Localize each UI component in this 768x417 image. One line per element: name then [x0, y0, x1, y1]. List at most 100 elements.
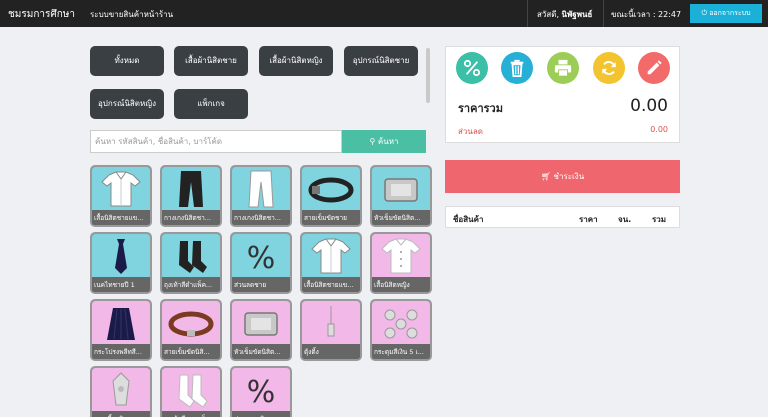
- percent-icon: %: [247, 375, 276, 409]
- product-label: ส่วนลดหญิง: [232, 411, 290, 417]
- pay-button[interactable]: 🛒︎ ชำระเงิน: [445, 160, 680, 193]
- search-button[interactable]: ⚲ ค้นหา: [342, 130, 426, 153]
- category-scrollbar[interactable]: [426, 48, 430, 103]
- belt-black-icon: [308, 177, 354, 202]
- buckle-silver-icon: [244, 311, 278, 336]
- clear-cart-button[interactable]: [501, 52, 533, 84]
- category-female-clothes-button[interactable]: เสื้อผ้านิสิตหญิง: [259, 46, 333, 76]
- socks-white-icon: [178, 374, 208, 408]
- divider: [527, 0, 528, 27]
- pendant-icon: [327, 305, 335, 336]
- product-tile[interactable]: พระเกี้ยวติดอก: [90, 366, 152, 417]
- emblem-silver-icon: [112, 371, 130, 405]
- product-label: เสื้อนิสิตชายแข...: [92, 210, 150, 225]
- socks-black-icon: [179, 240, 207, 273]
- product-label: หัวเข็มขัดนิสิต...: [372, 210, 430, 225]
- power-icon: ⏻: [701, 9, 707, 17]
- refresh-button[interactable]: [593, 52, 625, 84]
- product-label: สายเข็มขัดชาย: [302, 210, 360, 225]
- refresh-icon: [602, 61, 616, 75]
- product-tile[interactable]: กระโปรงพลีทสี...: [90, 299, 152, 361]
- product-label: เนคไทชายปี 1: [92, 277, 150, 292]
- product-tile[interactable]: เนคไทชายปี 1: [90, 232, 152, 294]
- app-subtitle: ระบบขายสินค้าหน้าร้าน: [90, 10, 174, 19]
- shirt-white-icon: [101, 171, 141, 206]
- product-image: [92, 167, 150, 210]
- product-image: [92, 301, 150, 344]
- product-tile[interactable]: หัวเข็มขัดนิสิต...: [230, 299, 292, 361]
- product-tile[interactable]: หัวเข็มขัดนิสิต...: [370, 165, 432, 227]
- product-label: เสื้อนิสิตชายแข...: [302, 277, 360, 292]
- discount-value: 0.00: [650, 125, 668, 134]
- printer-icon: [554, 59, 572, 77]
- pants-white-icon: [248, 170, 274, 207]
- belt-brown-icon: [168, 311, 214, 336]
- product-image: [372, 301, 430, 344]
- trash-icon: [510, 59, 524, 77]
- percent-icon: [463, 59, 481, 77]
- column-price: ราคา: [579, 215, 598, 224]
- top-navbar: ชมรมการศึกษา ระบบขายสินค้าหน้าร้าน สวัสด…: [0, 0, 768, 27]
- product-label: ถุงเท้าสีดำแพ็ค...: [162, 277, 220, 292]
- logout-label: ออกจากระบบ: [709, 9, 751, 17]
- product-label: ตุ้งติ้ง: [302, 344, 360, 359]
- product-image: %: [232, 368, 290, 411]
- percent-icon: %: [247, 241, 276, 275]
- product-tile[interactable]: % ส่วนลดหญิง: [230, 366, 292, 417]
- product-tile[interactable]: % ส่วนลดชาย: [230, 232, 292, 294]
- edit-button[interactable]: [638, 52, 670, 84]
- product-tile[interactable]: เสื้อนิสิตหญิง: [370, 232, 432, 294]
- column-product-name: ชื่อสินค้า: [453, 215, 484, 224]
- product-image: [372, 167, 430, 210]
- category-all-button[interactable]: ทั้งหมด: [90, 46, 164, 76]
- product-label: กระโปรงพลีทสี...: [92, 344, 150, 359]
- product-label: ส่วนลดชาย: [232, 277, 290, 292]
- product-label: พระเกี้ยวติดอก: [92, 411, 150, 417]
- product-image: [162, 167, 220, 210]
- category-male-clothes-button[interactable]: เสื้อผ้านิสิตชาย: [174, 46, 248, 76]
- product-label: เสื้อนิสิตหญิง: [372, 277, 430, 292]
- pay-button-label: ชำระเงิน: [553, 172, 585, 181]
- print-button[interactable]: [547, 52, 579, 84]
- pencil-icon: [647, 60, 662, 75]
- product-image: [92, 368, 150, 411]
- category-package-button[interactable]: แพ็กเกจ: [174, 89, 248, 119]
- product-tile[interactable]: กางเกงนิสิตชา...: [160, 165, 222, 227]
- category-female-equipment-button[interactable]: อุปกรณ์นิสิตหญิง: [90, 89, 164, 119]
- product-label: สายเข็มขัดนิสิ...: [162, 344, 220, 359]
- svg-text:%: %: [247, 241, 276, 275]
- product-tile[interactable]: สายเข็มขัดนิสิ...: [160, 299, 222, 361]
- search-input[interactable]: [90, 130, 342, 153]
- product-image: [162, 234, 220, 277]
- product-tile[interactable]: สายเข็มขัดชาย: [300, 165, 362, 227]
- column-quantity: จน.: [618, 215, 632, 224]
- product-image: [162, 301, 220, 344]
- product-tile[interactable]: ถุงเท้าสีขาวแพ็...: [160, 366, 222, 417]
- product-tile[interactable]: ตุ้งติ้ง: [300, 299, 362, 361]
- product-image: %: [232, 234, 290, 277]
- product-tile[interactable]: เสื้อนิสิตชายแข...: [90, 165, 152, 227]
- discount-button[interactable]: [456, 52, 488, 84]
- search-button-label: ค้นหา: [377, 137, 399, 146]
- product-label: หัวเข็มขัดนิสิต...: [232, 344, 290, 359]
- total-value: 0.00: [630, 96, 668, 116]
- product-image: [302, 301, 360, 344]
- product-tile[interactable]: เสื้อนิสิตชายแข...: [300, 232, 362, 294]
- brand[interactable]: ชมรมการศึกษา: [8, 7, 75, 22]
- product-tile[interactable]: กางเกงนิสิตชา...: [230, 165, 292, 227]
- product-label: กางเกงนิสิตชา...: [162, 210, 220, 225]
- product-image: [302, 167, 360, 210]
- logout-button[interactable]: ⏻ ออกจากระบบ: [690, 4, 762, 23]
- product-image: [92, 234, 150, 277]
- cart-table-header: ชื่อสินค้า ราคา จน. รวม: [445, 206, 680, 228]
- product-tile[interactable]: กระดุมสีเงิน 5 เ...: [370, 299, 432, 361]
- product-image: [162, 368, 220, 411]
- category-male-equipment-button[interactable]: อุปกรณ์นิสิตชาย: [344, 46, 418, 76]
- search-icon: ⚲: [369, 137, 376, 146]
- buckle-silver-icon: [384, 177, 418, 202]
- total-label: ราคารวม: [458, 102, 503, 115]
- product-label: กระดุมสีเงิน 5 เ...: [372, 344, 430, 359]
- product-label: ถุงเท้าสีขาวแพ็...: [162, 411, 220, 417]
- product-image: [232, 167, 290, 210]
- product-tile[interactable]: ถุงเท้าสีดำแพ็ค...: [160, 232, 222, 294]
